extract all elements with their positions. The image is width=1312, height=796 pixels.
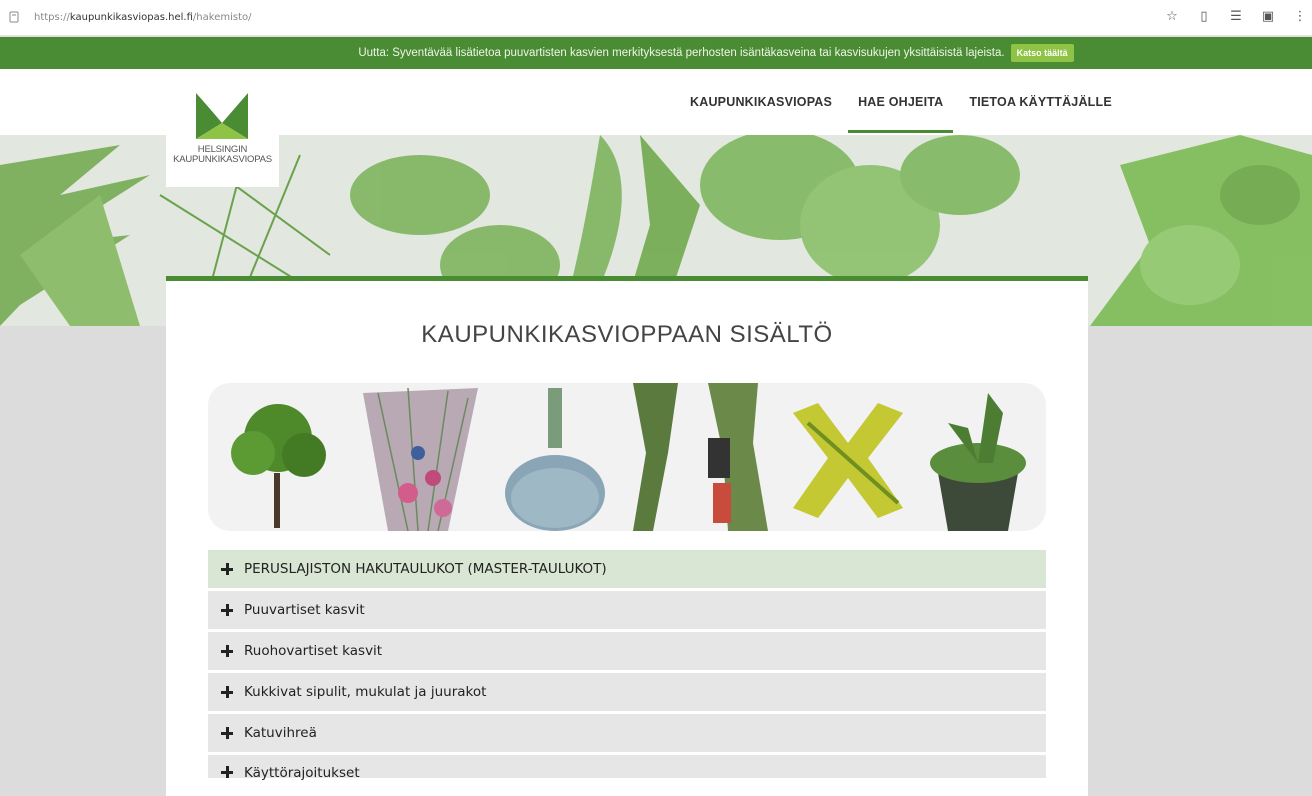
accordion-master-tables[interactable]: PERUSLAJISTON HAKUTAULUKOT (MASTER-TAULU…: [208, 550, 1046, 588]
address-bar[interactable]: https://kaupunkikasviopas.hel.fi/hakemis…: [6, 5, 1156, 29]
url-text: https://kaupunkikasviopas.hel.fi/hakemis…: [34, 11, 252, 23]
more-icon[interactable]: ⋮: [1292, 8, 1308, 24]
page-title: KAUPUNKIKASVIOPPAAN SISÄLTÖ: [421, 321, 833, 348]
expand-plus-icon: [220, 644, 234, 658]
announcement-button[interactable]: Katso täältä: [1010, 44, 1074, 62]
logo-leaf-icon: [196, 93, 248, 139]
accordion-kayttorajoitukset[interactable]: Käyttörajoitukset: [208, 755, 1046, 781]
accordion-label: Käyttörajoitukset: [244, 765, 360, 781]
logo-line2: KAUPUNKIKASVIOPAS: [173, 154, 272, 165]
restrictions-category-icon[interactable]: [793, 403, 903, 518]
accordion-ruohovartiset[interactable]: Ruohovartiset kasvit: [208, 632, 1046, 670]
favorite-star-icon[interactable]: ☆: [1164, 8, 1180, 24]
street-greenery-category-icon[interactable]: [633, 383, 768, 531]
main-navigation: KAUPUNKIKASVIOPAS HAE OHJEITA TIETOA KÄY…: [680, 69, 1128, 135]
nursery-plants-category-icon[interactable]: [930, 393, 1026, 531]
reader-view-icon[interactable]: ▯: [1196, 8, 1212, 24]
nav-item-kaupunkikasviopas[interactable]: KAUPUNKIKASVIOPAS: [680, 69, 842, 135]
accordion-label: PERUSLAJISTON HAKUTAULUKOT (MASTER-TAULU…: [244, 561, 607, 577]
accordion-label: Kukkivat sipulit, mukulat ja juurakot: [244, 684, 487, 700]
accordion-puuvartiset[interactable]: Puuvartiset kasvit: [208, 591, 1046, 629]
perennials-category-icon[interactable]: [363, 387, 478, 531]
accordion-katuvihrea[interactable]: Katuvihreä: [208, 714, 1046, 752]
expand-plus-icon: [220, 726, 234, 740]
collections-icon[interactable]: ▣: [1260, 8, 1276, 24]
expand-plus-icon: [220, 685, 234, 699]
category-image-strip: [208, 383, 1046, 531]
accordion-sipulit[interactable]: Kukkivat sipulit, mukulat ja juurakot: [208, 673, 1046, 711]
expand-plus-icon: [220, 562, 234, 576]
announcement-bar: Uutta: Syventävää lisätietoa puuvartiste…: [0, 37, 1312, 69]
accordion-label: Katuvihreä: [244, 725, 317, 741]
expand-plus-icon: [220, 765, 234, 779]
nav-item-hae-ohjeita[interactable]: HAE OHJEITA: [848, 69, 954, 135]
accordion-label: Puuvartiset kasvit: [244, 602, 365, 618]
browser-toolbar: https://kaupunkikasviopas.hel.fi/hakemis…: [0, 0, 1312, 36]
bulbs-category-icon[interactable]: [505, 388, 605, 531]
page-info-icon[interactable]: [8, 11, 20, 23]
expand-plus-icon: [220, 603, 234, 617]
nav-item-tietoa-kayttajalle[interactable]: TIETOA KÄYTTÄJÄLLE: [959, 69, 1122, 135]
tree-category-icon[interactable]: [231, 404, 326, 528]
announcement-text: Uutta: Syventävää lisätietoa puuvartiste…: [358, 47, 1005, 59]
site-logo[interactable]: HELSINGIN KAUPUNKIKASVIOPAS: [166, 69, 279, 187]
favorites-list-icon[interactable]: ☰: [1228, 8, 1244, 24]
accordion-label: Ruohovartiset kasvit: [244, 643, 383, 659]
